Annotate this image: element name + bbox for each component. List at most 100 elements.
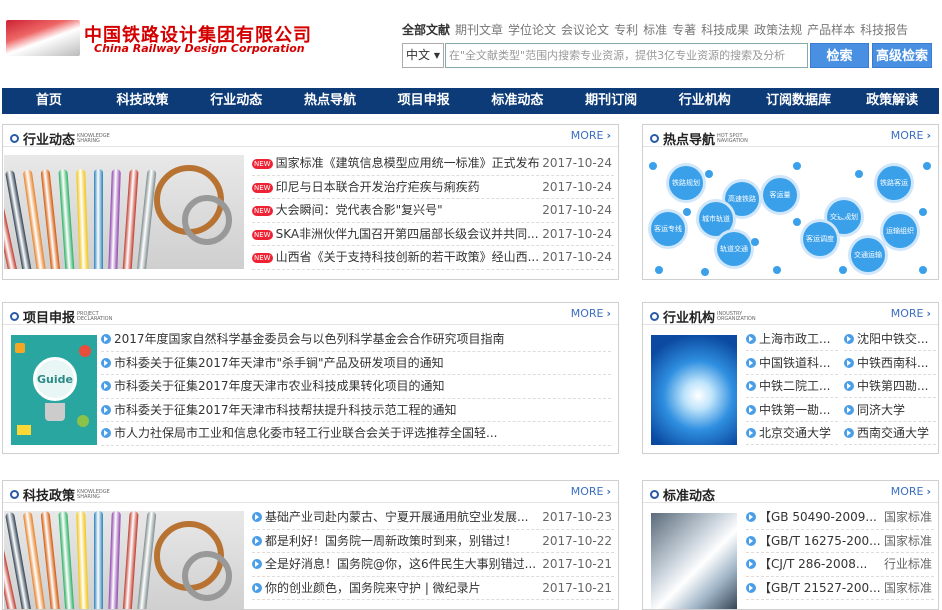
- doc-type-tab[interactable]: 全部文献: [402, 23, 450, 37]
- hot-topic-bubble[interactable]: 客运量: [763, 178, 797, 212]
- news-title: NEW SKA非洲伙伴九国召开第四届部长级会议并共同...: [252, 223, 539, 246]
- hot-nav-panel: 热点导航 HOT SPOT NAVIGATION MORE › 铁路规划 高速铁路 铁路…: [642, 124, 939, 280]
- standard-item[interactable]: 【GB 50490-2009... 国家标准: [746, 506, 934, 530]
- standard-item[interactable]: 【GB/T 16275-200... 国家标准: [746, 530, 934, 553]
- language-select[interactable]: 中文 ▼: [402, 43, 444, 68]
- doc-type-tab[interactable]: 学位论文: [508, 23, 556, 37]
- chevron-right-icon: ›: [926, 485, 931, 498]
- decor-dot: [855, 170, 863, 178]
- nav-item[interactable]: 订阅数据库: [752, 88, 846, 114]
- more-link[interactable]: MORE ›: [891, 307, 931, 320]
- standard-title: 【GB 50490-2009...: [746, 506, 877, 529]
- bullet-arrow-icon: [252, 512, 262, 522]
- institution-item[interactable]: 中铁二院工...: [746, 375, 838, 398]
- policy-date: 2017-10-22: [542, 533, 612, 548]
- institution-item[interactable]: 中国铁道科...: [746, 352, 838, 375]
- policy-item[interactable]: 全是好消息！国务院@你，这6件民生大事别错过... 2017-10-21: [252, 553, 614, 577]
- chevron-right-icon: ›: [606, 307, 611, 320]
- institution-item[interactable]: 中铁第一勘...: [746, 399, 838, 422]
- policy-item[interactable]: 你的创业颜色，国务院来守护 | 微纪录片 2017-10-21: [252, 577, 614, 600]
- hot-topic-bubble[interactable]: 轨道交通: [717, 232, 751, 266]
- advanced-search-button[interactable]: 高级检索: [872, 43, 932, 68]
- circle-icon: [650, 134, 659, 143]
- hot-topic-bubble[interactable]: 铁路客运: [877, 166, 911, 200]
- new-badge: NEW: [252, 182, 273, 193]
- decor-dot: [919, 266, 927, 274]
- more-label: MORE: [890, 129, 924, 142]
- news-item[interactable]: NEW 大会瞬间：党代表合影"复兴号" 2017-10-24: [252, 199, 614, 223]
- more-link[interactable]: MORE ›: [571, 129, 611, 142]
- nav-item[interactable]: 期刊订阅: [564, 88, 658, 114]
- nav-item[interactable]: 科技政策: [96, 88, 190, 114]
- hot-topic-bubble[interactable]: 运输组织: [883, 214, 917, 248]
- more-label: MORE: [890, 307, 924, 320]
- nav-item[interactable]: 标准动态: [471, 88, 565, 114]
- bullet-arrow-icon: [844, 381, 854, 391]
- nav-item[interactable]: 项目申报: [377, 88, 471, 114]
- doc-type-tab[interactable]: 科技成果: [701, 23, 749, 37]
- nav-item[interactable]: 政策解读: [845, 88, 939, 114]
- search-button[interactable]: 检索: [810, 43, 869, 68]
- cable-wire-shape: [94, 511, 103, 609]
- more-link[interactable]: MORE ›: [571, 307, 611, 320]
- news-item[interactable]: NEW SKA非洲伙伴九国召开第四届部长级会议并共同... 2017-10-24: [252, 223, 614, 246]
- doc-type-tab[interactable]: 期刊文章: [455, 23, 503, 37]
- decor-dot: [683, 208, 691, 216]
- policy-item[interactable]: 基础产业司赴内蒙古、宁夏开展通用航空业发展... 2017-10-23: [252, 506, 614, 530]
- news-item[interactable]: NEW 国家标准《建筑信息模型应用统一标准》正式发布 2017-10-24: [252, 152, 614, 176]
- nav-item[interactable]: 热点导航: [283, 88, 377, 114]
- doc-type-tab[interactable]: 专利: [614, 23, 638, 37]
- doc-type-tab[interactable]: 标准: [643, 23, 667, 37]
- standard-title-text: 【GB/T 21527-200...: [759, 580, 881, 595]
- chevron-right-icon: ›: [606, 485, 611, 498]
- doc-type-tab[interactable]: 专著: [672, 23, 696, 37]
- project-item[interactable]: 市人力社保局市工业和信息化委市轻工行业联合会关于评选推荐全国轻...: [101, 422, 611, 446]
- panel-title-text: 行业动态: [23, 133, 76, 148]
- chevron-right-icon: ›: [926, 307, 931, 320]
- hot-topic-bubble[interactable]: 铁路规划: [669, 166, 703, 200]
- project-item[interactable]: 市科委关于征集2017年天津市"杀手锏"产品及研发项目的通知: [101, 352, 611, 375]
- more-link[interactable]: MORE ›: [571, 485, 611, 498]
- policy-item[interactable]: 都是利好！国务院一周新政策时到来，别错过！ 2017-10-22: [252, 530, 614, 553]
- nav-item[interactable]: 行业机构: [658, 88, 752, 114]
- standard-item[interactable]: 【GB/T 21527-200... 国家标准: [746, 577, 934, 600]
- standard-category: 国家标准: [883, 580, 932, 595]
- hot-topic-bubble[interactable]: 城市轨道: [699, 202, 733, 236]
- decor-square: [15, 343, 25, 353]
- institution-item[interactable]: 上海市政工...: [746, 328, 838, 351]
- project-item[interactable]: 2017年度国家自然科学基金委员会与以色列科学基金会合作研究项目指南: [101, 328, 611, 352]
- more-link[interactable]: MORE ›: [891, 129, 931, 142]
- policy-title: 基础产业司赴内蒙古、宁夏开展通用航空业发展...: [252, 506, 528, 529]
- institution-item[interactable]: 中铁第四勘...: [844, 375, 936, 398]
- search-input[interactable]: 在"全文献类型"范围内搜索专业资源，提供3亿专业资源的搜索及分析: [445, 43, 808, 68]
- institution-item[interactable]: 西南交通大学: [844, 422, 936, 445]
- institution-item[interactable]: 北京交通大学: [746, 422, 838, 445]
- dropdown-arrow-icon: ▼: [433, 51, 440, 60]
- project-item[interactable]: 市科委关于征集2017年度天津市农业科技成果转化项目的通知: [101, 375, 611, 399]
- news-date: 2017-10-24: [542, 226, 612, 241]
- more-link[interactable]: MORE ›: [891, 485, 931, 498]
- nav-item[interactable]: 行业动态: [189, 88, 283, 114]
- doc-type-tab[interactable]: 科技报告: [860, 23, 908, 37]
- nav-item[interactable]: 首页: [2, 88, 96, 114]
- hot-topic-bubble[interactable]: 交通运输: [851, 238, 885, 272]
- project-title-text: 市科委关于征集2017年度天津市农业科技成果转化项目的通知: [114, 379, 445, 393]
- doc-type-tab[interactable]: 会议论文: [561, 23, 609, 37]
- circle-icon: [10, 312, 19, 321]
- institutions-panel: 行业机构 INDUSTRY ORGANIZATION MORE › 上海市政工...…: [642, 302, 939, 454]
- hot-topic-bubble[interactable]: 客运专线: [651, 212, 685, 246]
- doc-type-tab[interactable]: 产品样本: [807, 23, 855, 37]
- project-item[interactable]: 市科委关于征集2017年天津市科技帮扶提升科技示范工程的通知: [101, 399, 611, 422]
- hot-topic-bubble[interactable]: 客运调度: [803, 222, 837, 256]
- standard-item[interactable]: 【CJ/T 286-2008... 行业标准: [746, 553, 934, 577]
- decor-dot: [701, 268, 709, 276]
- doc-type-tab[interactable]: 政策法规: [754, 23, 802, 37]
- industry-news-panel: 行业动态 KNOWLEDGE SHARING MORE › NEW 国家标准《建筑信息…: [2, 124, 619, 280]
- institution-item[interactable]: 沈阳中铁交...: [844, 328, 936, 351]
- logo[interactable]: 中国铁路设计集团有限公司 China Railway Design Corpor…: [6, 20, 311, 56]
- institution-item[interactable]: 同济大学: [844, 399, 936, 422]
- news-item[interactable]: NEW 山西省《关于支持科技创新的若干政策》经山西... 2017-10-24: [252, 246, 614, 270]
- news-item[interactable]: NEW 印尼与日本联合开发治疗疟疾与痢疾药 2017-10-24: [252, 176, 614, 199]
- institution-name: 中铁二院工...: [759, 379, 831, 393]
- institution-item[interactable]: 中铁西南科...: [844, 352, 936, 375]
